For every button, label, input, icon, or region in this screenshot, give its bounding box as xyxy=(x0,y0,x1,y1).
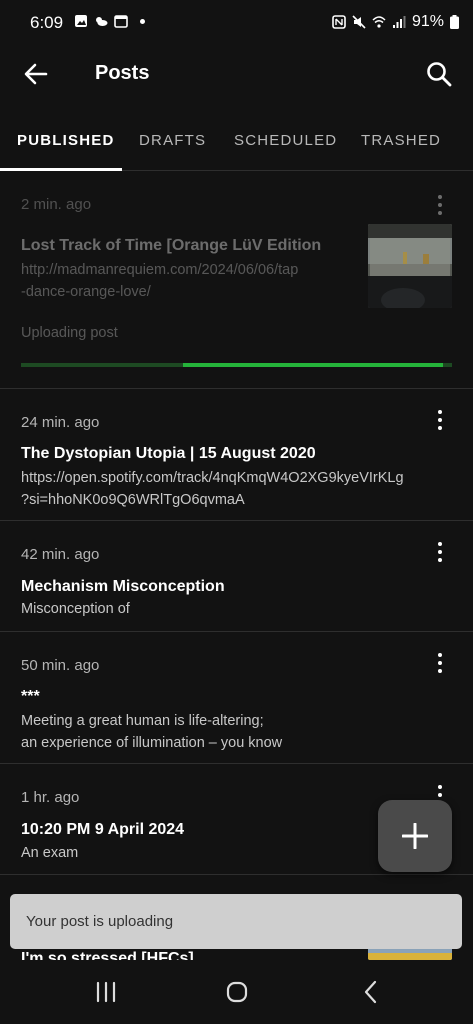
post-title: Mechanism Misconception xyxy=(21,578,225,595)
post-title: *** xyxy=(21,688,40,705)
new-post-button[interactable] xyxy=(378,800,452,872)
gallery-icon xyxy=(75,15,87,27)
plus-icon xyxy=(402,823,428,849)
post-item[interactable]: 24 min. ago The Dystopian Utopia | 15 Au… xyxy=(0,389,473,521)
upload-progress-bar xyxy=(21,363,452,367)
system-icons: 91% xyxy=(332,13,459,31)
battery-percent: 91% xyxy=(411,13,444,30)
page-title: Posts xyxy=(95,62,150,84)
signal-icon xyxy=(392,16,406,28)
more-options-icon[interactable] xyxy=(437,410,443,432)
post-status-tabs: PUBLISHED DRAFTS SCHEDULED TRASHED xyxy=(0,118,473,171)
post-title: The Dystopian Utopia | 15 August 2020 xyxy=(21,445,316,462)
more-options-icon[interactable] xyxy=(437,542,443,564)
tab-published[interactable]: PUBLISHED xyxy=(17,132,114,149)
notification-icons xyxy=(74,14,145,28)
post-excerpt: An exam xyxy=(21,845,79,861)
battery-icon xyxy=(450,15,459,29)
nav-back-icon[interactable] xyxy=(360,980,384,1004)
post-item[interactable]: 50 min. ago *** Meeting a great human is… xyxy=(0,632,473,764)
post-item[interactable]: 42 min. ago Mechanism Misconception Misc… xyxy=(0,521,473,632)
post-thumbnail xyxy=(368,224,452,308)
post-excerpt: Misconception of xyxy=(21,601,130,617)
system-nav-bar xyxy=(0,960,473,1024)
status-bar: 6:09 91% xyxy=(0,0,473,46)
upload-snackbar: Your post is uploading xyxy=(10,894,462,949)
mute-icon xyxy=(352,15,366,29)
upload-status-text: Uploading post xyxy=(21,325,118,341)
arrow-left-icon[interactable] xyxy=(22,60,50,88)
more-options-icon[interactable] xyxy=(437,195,443,217)
calendar-icon xyxy=(114,15,128,28)
upload-progress-fill xyxy=(182,363,444,367)
snackbar-text: Your post is uploading xyxy=(26,913,174,930)
more-notifications-dot xyxy=(140,18,145,24)
post-title: 10:20 PM 9 April 2024 xyxy=(21,821,185,838)
search-icon[interactable] xyxy=(425,60,453,88)
status-time: 6:09 xyxy=(30,13,64,32)
post-title: Lost Track of Time [Orange LüV Edition xyxy=(21,237,322,254)
post-excerpt: Meeting a great human is life-altering; … xyxy=(21,713,283,751)
post-time: 2 min. ago xyxy=(21,196,92,213)
post-excerpt: https://open.spotify.com/track/4nqKmqW4O… xyxy=(21,470,404,508)
post-excerpt: http://madmanrequiem.com/2024/06/06/tap … xyxy=(21,262,299,300)
post-time: 24 min. ago xyxy=(21,414,100,431)
nfc-icon xyxy=(332,15,346,29)
recents-icon[interactable] xyxy=(94,980,118,1004)
weather-icon xyxy=(96,17,108,26)
post-time: 42 min. ago xyxy=(21,546,100,563)
home-icon[interactable] xyxy=(225,980,249,1004)
post-item-uploading[interactable]: 2 min. ago Lost Track of Time [Orange Lü… xyxy=(0,171,473,389)
tab-drafts[interactable]: DRAFTS xyxy=(139,132,206,149)
wifi-icon xyxy=(372,16,386,28)
more-options-icon[interactable] xyxy=(437,653,443,675)
tab-trashed[interactable]: TRASHED xyxy=(361,132,441,149)
tab-scheduled[interactable]: SCHEDULED xyxy=(234,132,337,149)
post-time: 1 hr. ago xyxy=(21,789,80,806)
app-bar: Posts xyxy=(0,46,473,102)
post-time: 50 min. ago xyxy=(21,657,100,674)
